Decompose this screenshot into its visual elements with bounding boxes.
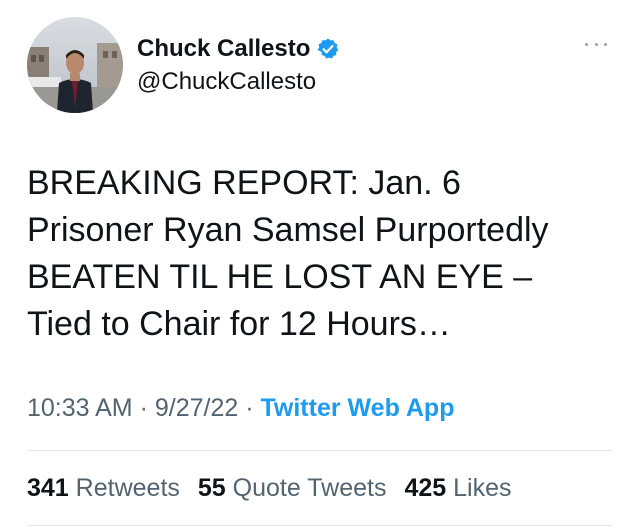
- quote-tweets-label: Quote Tweets: [232, 474, 387, 502]
- meta-separator: ·: [132, 394, 155, 422]
- tweet-text-line: Tied to Chair for 12 Hours…: [27, 305, 451, 343]
- retweets-stat[interactable]: 341 Retweets: [27, 474, 180, 503]
- retweets-count: 341: [27, 474, 69, 502]
- likes-label: Likes: [453, 474, 512, 502]
- tweet-date[interactable]: 9/27/22: [155, 394, 238, 422]
- meta-separator: ·: [238, 394, 261, 422]
- display-name[interactable]: Chuck Callesto: [137, 35, 310, 63]
- likes-stat[interactable]: 425 Likes: [404, 474, 511, 503]
- tweet-text-line: BREAKING REPORT: Jan. 6: [27, 164, 461, 202]
- divider: [27, 525, 612, 526]
- divider: [27, 450, 612, 451]
- tweet-text-line: Prisoner Ryan Samsel Purportedly: [27, 211, 549, 249]
- avatar[interactable]: [27, 17, 123, 113]
- quote-tweets-count: 55: [197, 474, 226, 502]
- tweet-time[interactable]: 10:33 AM: [27, 394, 133, 422]
- user-handle[interactable]: @ChuckCallesto: [137, 68, 316, 96]
- name-row: Chuck Callesto: [137, 33, 340, 65]
- likes-count: 425: [404, 474, 447, 502]
- quote-tweets-stat[interactable]: 55 Quote Tweets: [198, 474, 387, 503]
- tweet-stats: 341 Retweets 55 Quote Tweets 425 Likes: [27, 474, 512, 503]
- verified-badge-icon: [316, 37, 340, 61]
- retweets-label: Retweets: [75, 474, 180, 502]
- tweet-text: BREAKING REPORT: Jan. 6 Prisoner Ryan Sa…: [27, 160, 617, 348]
- tweet-card: Chuck Callesto @ChuckCallesto BREAKING R…: [0, 0, 640, 531]
- tweet-text-line: BEATEN TIL HE LOST AN EYE –: [27, 258, 533, 296]
- tweet-source-link[interactable]: Twitter Web App: [261, 394, 455, 422]
- tweet-meta: 10:33 AM · 9/27/22 · Twitter Web App: [27, 394, 454, 423]
- more-horizontal-icon[interactable]: [585, 33, 607, 55]
